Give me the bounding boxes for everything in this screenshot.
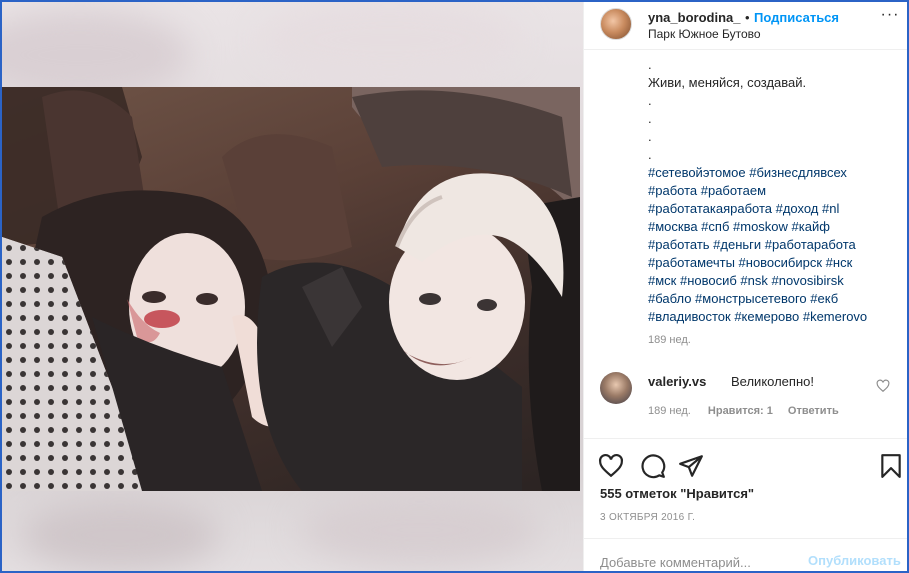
- caption-timestamp[interactable]: 189 нед.: [648, 334, 691, 346]
- commenter-avatar[interactable]: [600, 372, 632, 404]
- heart-icon[interactable]: [598, 453, 624, 479]
- photo-illustration: [2, 87, 580, 491]
- follow-button[interactable]: Подписаться: [754, 10, 839, 25]
- caption-line: .: [648, 57, 652, 72]
- post-header: yna_borodina_ • Подписаться Парк Южное Б…: [584, 0, 908, 50]
- author-avatar[interactable]: [600, 8, 632, 40]
- comment-like-heart-icon[interactable]: [876, 379, 890, 393]
- comment-meta: 189 нед. Нравится: 1 Ответить: [648, 405, 839, 417]
- hashtag-line[interactable]: #работатакаяработа #доход #nl: [648, 200, 898, 218]
- hashtag-line[interactable]: #работать #деньги #работаработа: [648, 236, 898, 254]
- reply-button[interactable]: Ответить: [788, 405, 839, 417]
- caption-line: .: [648, 147, 652, 162]
- comment-text: Великолепно!: [731, 374, 814, 389]
- action-bar: [584, 438, 908, 488]
- comment-bubble-icon[interactable]: [640, 453, 666, 479]
- publish-button[interactable]: Опубликовать: [808, 553, 901, 568]
- hashtag-line[interactable]: #москва #спб #moskow #кайф: [648, 218, 898, 236]
- separator-dot: •: [745, 10, 750, 25]
- comment-input[interactable]: [600, 553, 800, 571]
- hashtag-line[interactable]: #мск #новосиб #nsk #novosibirsk: [648, 272, 898, 290]
- commenter-username[interactable]: valeriy.vs: [648, 374, 706, 389]
- hashtag-line[interactable]: #владивосток #кемерово #kemerovo: [648, 308, 898, 326]
- comment-timestamp[interactable]: 189 нед.: [648, 405, 691, 417]
- hashtag-line[interactable]: #сетевойэтомое #бизнесдлявсех: [648, 164, 898, 182]
- add-comment-bar: Опубликовать: [584, 538, 908, 573]
- caption-line: .: [648, 111, 652, 126]
- hashtag-block: #сетевойэтомое #бизнесдлявсех #работа #р…: [648, 164, 898, 326]
- caption-line: .: [648, 129, 652, 144]
- share-paper-plane-icon[interactable]: [678, 453, 704, 479]
- caption-line: Живи, меняйся, создавай.: [648, 75, 807, 90]
- post-details-panel: yna_borodina_ • Подписаться Парк Южное Б…: [583, 0, 908, 573]
- author-username[interactable]: yna_borodina_: [648, 10, 740, 25]
- likes-count[interactable]: 555 отметок "Нравится": [600, 486, 754, 501]
- hashtag-line[interactable]: #работамечты #новосибирск #нск: [648, 254, 898, 272]
- caption-line: .: [648, 93, 652, 108]
- post-photo[interactable]: [2, 87, 580, 491]
- post-caption: . Живи, меняйся, создавай. . . . . #сете…: [648, 56, 898, 326]
- more-options-icon[interactable]: ···: [880, 7, 900, 28]
- bookmark-icon[interactable]: [878, 453, 904, 479]
- comment-likes-count[interactable]: Нравится: 1: [708, 405, 773, 417]
- post-date[interactable]: 3 ОКТЯБРЯ 2016 Г.: [600, 512, 695, 523]
- hashtag-line[interactable]: #бабло #монстрысетевого #екб: [648, 290, 898, 308]
- hashtag-line[interactable]: #работа #работаем: [648, 182, 898, 200]
- post-location[interactable]: Парк Южное Бутово: [648, 27, 761, 41]
